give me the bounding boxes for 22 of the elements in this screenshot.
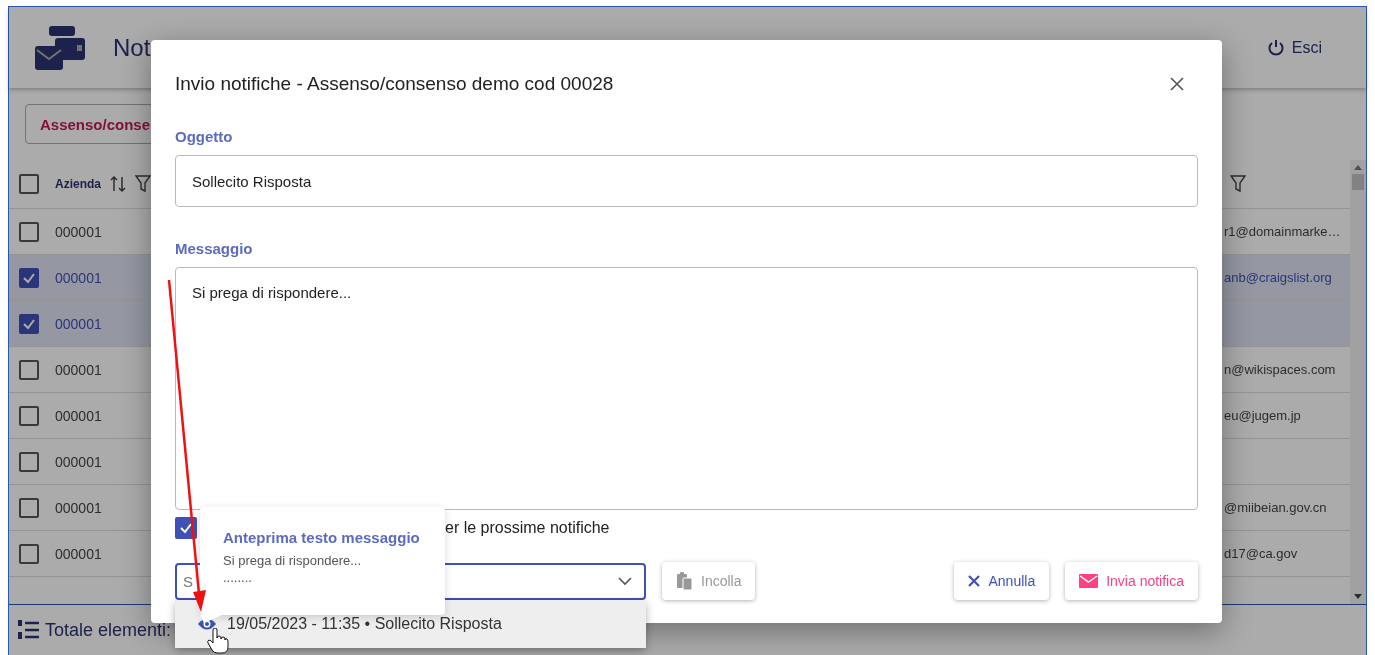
table-cell: 000001 [55,499,102,516]
table-cell: 000001 [55,223,102,240]
app-title: Not [113,33,151,62]
table-cell: 000001 [55,407,102,424]
tooltip-text: Si prega di rispondere... [223,554,363,567]
table-cell: 000001 [55,315,102,332]
table-cell: 000001 [55,361,102,378]
tooltip-text: ........ [223,571,253,584]
table-cell-text: @miibeian.gov.cn [1224,500,1328,515]
table-cell-text: eu@jugem.jp [1224,408,1302,423]
table-cell: 000001 [55,453,102,470]
checkbox-label: er le prossime notifiche [445,519,610,537]
table-cell-text: n@wikispaces.com [1224,362,1337,377]
table-cell: 000001 [55,545,102,562]
table-cell: 000001 [55,269,102,286]
tooltip-title: Anteprima testo messaggio [223,529,421,546]
table-cell-text: r1@domainmarke… [1224,224,1342,239]
table-cell-text: anb@craigslist.org [1224,270,1333,285]
total-count-label: Totale elementi: [45,619,172,641]
table-cell-text: d17@ca.gov [1224,546,1299,561]
field-label: Messaggio [175,240,253,258]
dialog-title: Invio notifiche - Assenso/consenso demo cod 00028 [175,73,614,95]
